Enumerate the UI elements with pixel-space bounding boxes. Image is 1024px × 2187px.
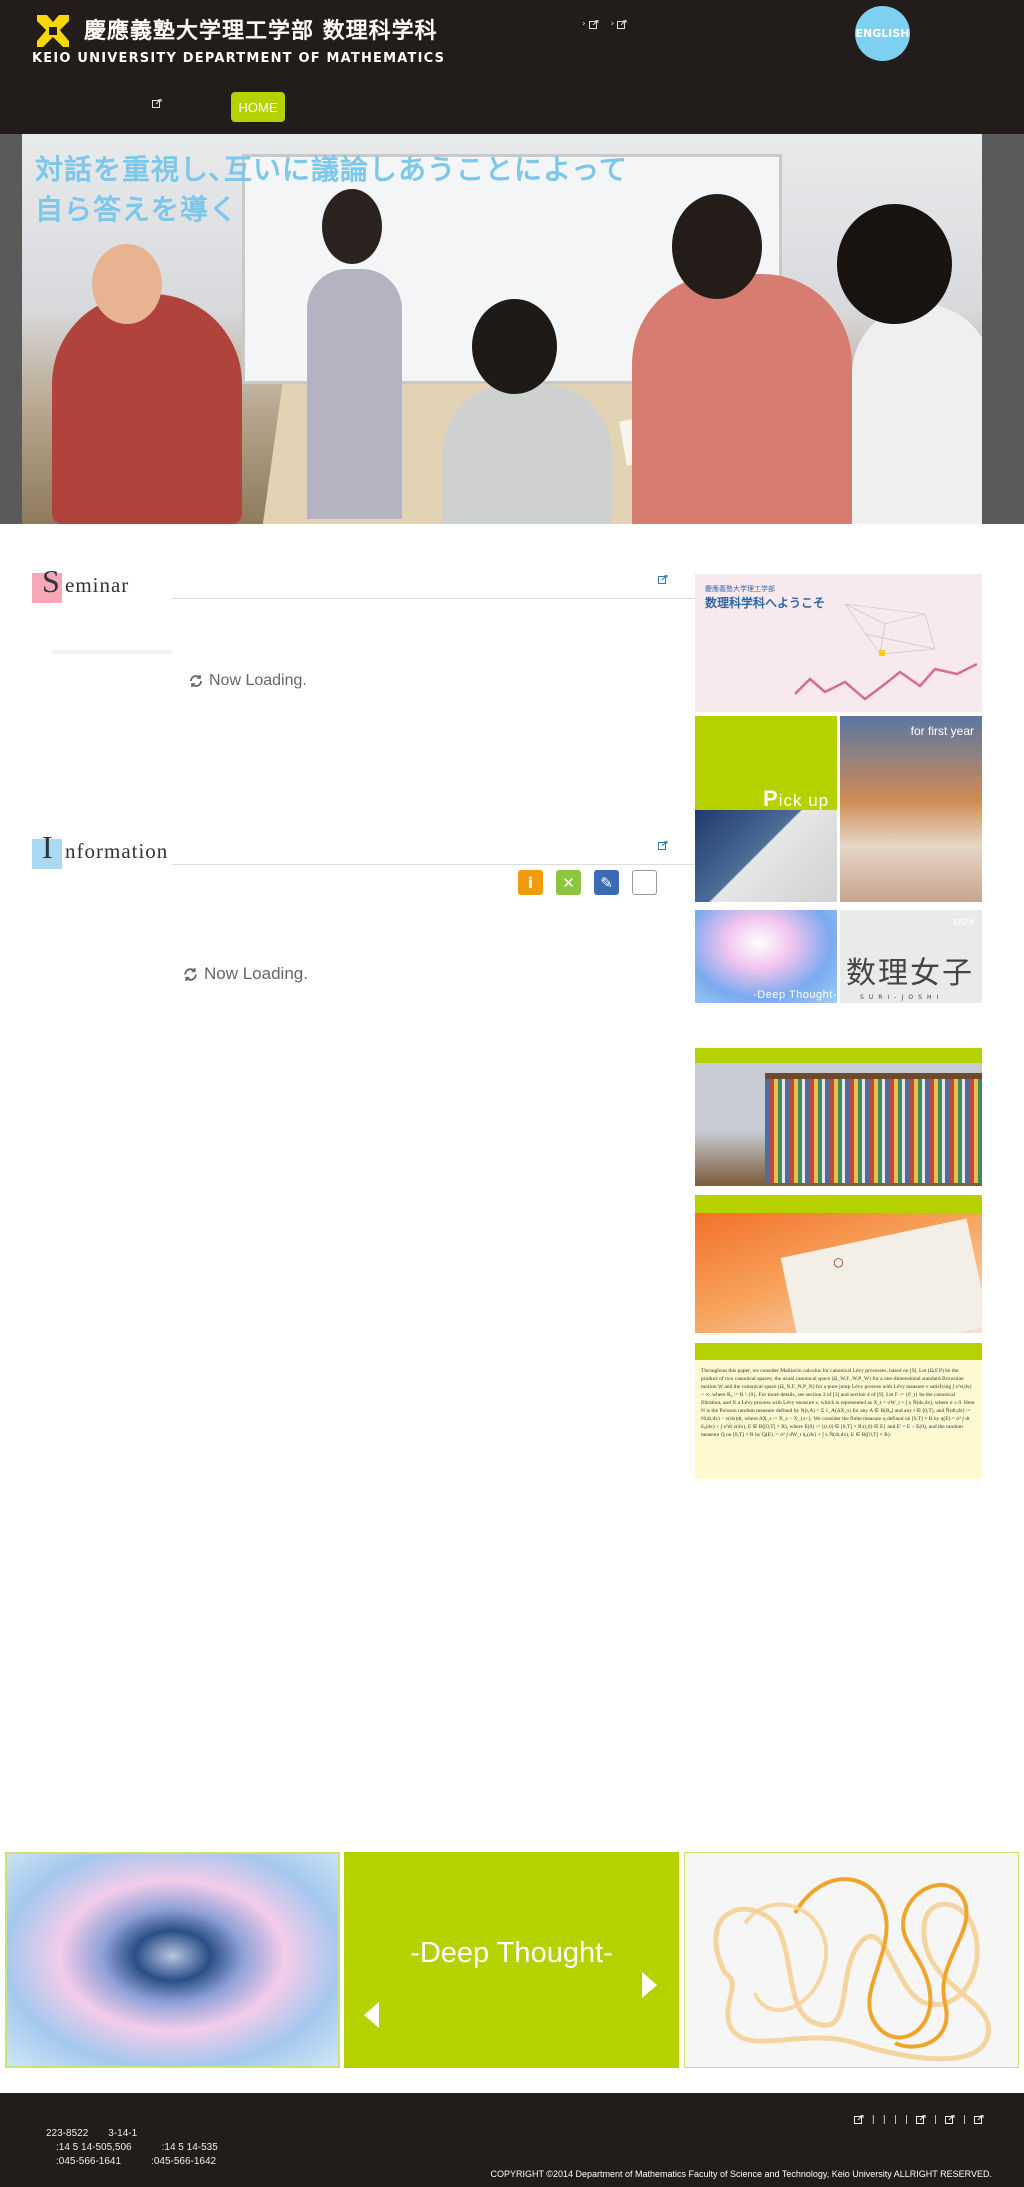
pickup-banner[interactable]: Pick up [695, 716, 837, 902]
welcome-banner[interactable]: 慶應義塾大学理工学部 数理科学科へようこそ [695, 574, 982, 712]
footer-address: 223-8522 3-14-1 :14 5 14-505,506 :14 5 1… [46, 2127, 218, 2169]
pickup-label: Pick up [763, 786, 829, 812]
research-paper-banner[interactable]: Throughout this paper, we consider Malli… [695, 1343, 982, 1479]
library-banner[interactable] [695, 1048, 982, 1186]
footer-phone-line: :14 5 14-505,506 :14 5 14-535 [46, 2142, 218, 2153]
study-banner[interactable]: ○ [695, 1195, 982, 1333]
footer-link-separator: | [882, 2115, 886, 2125]
student-figure [852, 304, 982, 524]
external-link-icon[interactable] [853, 2115, 864, 2124]
study-banner-header [695, 1195, 982, 1213]
footer-link-separator: | [933, 2115, 937, 2125]
student-figure [632, 274, 852, 524]
pen-icon[interactable]: ✎ [594, 870, 619, 895]
footer-link-separator: | [962, 2115, 966, 2125]
english-button[interactable]: ENGLISH [855, 6, 910, 61]
suri-joshi-banner[interactable]: oshi 数理女子 SURI-JOSHI [840, 910, 982, 1003]
seminar-heading: S eminar [32, 563, 702, 603]
external-link-icon [658, 841, 668, 850]
external-link-icon[interactable] [974, 2115, 984, 2124]
deep-thought-image-tile[interactable] [5, 1852, 340, 2068]
first-year-label: for first year [910, 724, 974, 738]
utility-links: › › [582, 19, 627, 29]
site-title-jp[interactable]: 慶應義塾大学理工学部 数理科学科 [84, 13, 438, 45]
student-head [837, 204, 952, 324]
information-heading: I nformation [32, 829, 702, 869]
pickup-photo [695, 810, 837, 902]
blank-icon[interactable] [632, 870, 657, 895]
utility-link[interactable]: › [582, 19, 599, 29]
external-link-icon [152, 99, 162, 108]
seminar-loading: Now Loading. [188, 672, 307, 690]
nav-item-external[interactable] [138, 99, 172, 108]
info-icon[interactable]: i [518, 870, 543, 895]
external-link-icon[interactable] [944, 2115, 955, 2124]
refresh-icon [190, 675, 202, 687]
cross-icon[interactable]: ✕ [556, 870, 581, 895]
site-title-en[interactable]: KEIO UNIVERSITY DEPARTMENT OF MATHEMATIC… [32, 51, 445, 66]
utility-link[interactable]: › [611, 19, 628, 29]
seminar-title: eminar [65, 573, 130, 597]
footer-copyright: COPYRIGHT ©2014 Department of Mathematic… [490, 2169, 992, 2179]
student-head [92, 244, 162, 324]
pickup-rest: ick up [778, 791, 830, 810]
research-paper-text: Throughout this paper, we consider Malli… [701, 1368, 975, 1438]
keio-pen-logo-icon[interactable] [33, 11, 73, 51]
bookshelf-photo [765, 1073, 982, 1183]
pickup-initial: P [763, 786, 779, 811]
information-title: nformation [65, 839, 169, 863]
external-link-icon [617, 19, 627, 29]
joshi-title: 数理女子 [846, 956, 974, 991]
hero-catch-line: 対話を重視し､互いに議論しあうことによって [35, 153, 628, 186]
footer-fax-line: :045-566-1641 :045-566-1642 [46, 2156, 217, 2167]
external-link-icon [588, 19, 599, 29]
hero-catch-line: 自ら答えを導く [35, 193, 239, 226]
information-more-link[interactable] [658, 841, 668, 850]
deep-thought-title[interactable]: -Deep Thought- [344, 1937, 679, 1970]
joshi-label: oshi [953, 916, 974, 928]
footer-links: | | | | | | [853, 2115, 984, 2125]
curve-image-tile[interactable] [684, 1852, 1019, 2068]
worksheet-photo [780, 1218, 982, 1333]
deep-thought-carousel: -Deep Thought- [344, 1852, 679, 2068]
deep-thought-label: -Deep Thought- [753, 989, 837, 1001]
curve-illustration [713, 1877, 991, 2062]
seminar-initial: S [42, 563, 60, 599]
divider [172, 864, 702, 865]
footer-link-separator: | [904, 2115, 908, 2125]
graph-illustration [794, 603, 978, 701]
student-head [472, 299, 557, 394]
footer-link-separator: | [871, 2115, 875, 2125]
information-loading: Now Loading. [182, 964, 308, 984]
information-initial: I [42, 829, 53, 865]
information-filter-icons: i ✕ ✎ [518, 870, 657, 895]
joshi-subtitle: SURI-JOSHI [860, 994, 944, 1001]
student-figure [442, 384, 612, 524]
hero-catchphrase: 対話を重視し､互いに議論しあうことによって 自ら答えを導く [35, 150, 628, 230]
footer-link-separator: | [893, 2115, 897, 2125]
site-header: 慶應義塾大学理工学部 数理科学科 KEIO UNIVERSITY DEPARTM… [0, 0, 1024, 134]
seminar-placeholder [52, 650, 172, 654]
refresh-icon [184, 967, 197, 981]
divider [172, 598, 702, 599]
deep-thought-banner[interactable]: -Deep Thought- [695, 910, 837, 1003]
loading-text: Now Loading. [204, 964, 308, 983]
site-footer: 223-8522 3-14-1 :14 5 14-505,506 :14 5 1… [0, 2093, 1024, 2187]
utility-link-label: › [582, 19, 586, 29]
seminar-more-link[interactable] [658, 575, 668, 584]
student-figure [307, 269, 402, 519]
loading-text: Now Loading. [209, 672, 307, 689]
student-head [672, 194, 762, 299]
external-link-icon[interactable] [915, 2115, 926, 2124]
footer-address-line: 223-8522 3-14-1 [46, 2128, 138, 2139]
arrow-right-icon[interactable] [642, 1972, 657, 1998]
external-link-icon [658, 575, 668, 584]
utility-link-label: › [610, 19, 615, 29]
research-paper-header [695, 1343, 982, 1360]
student-figure [52, 294, 242, 524]
nav-home-button[interactable]: HOME [231, 92, 285, 122]
arrow-left-icon[interactable] [364, 2002, 379, 2028]
first-year-banner[interactable]: for first year [840, 716, 982, 902]
